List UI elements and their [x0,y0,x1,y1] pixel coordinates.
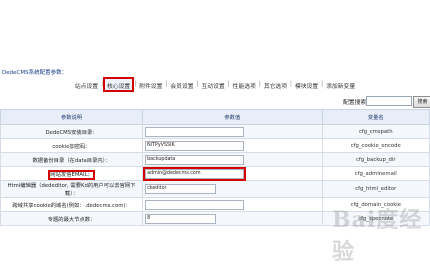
baidu-watermark: Bai度经验 [332,207,423,265]
search-input[interactable] [366,96,412,106]
html-editor-input[interactable]: ckeditor [145,184,217,194]
tab-module-settings[interactable]: 模块设置 [293,78,320,91]
tab-core-settings[interactable]: 核心设置 [103,77,135,92]
tab-member-settings[interactable]: 会员设置 [168,78,195,91]
search-button[interactable]: 搜索 [413,96,430,108]
table-row: 网站发信EMAIL： admin@dedecms.com cfg_adminem… [0,166,430,181]
cmspath-input[interactable] [145,126,245,137]
variable-name: cfg_cmspath [321,124,430,139]
tab-site-settings[interactable]: 站点设置 [73,78,100,91]
tab-other-options[interactable]: 其它选项 [262,78,289,91]
specnote-input[interactable]: 8 [145,213,217,224]
value-cell: ckeditor [142,180,323,198]
value-cell: admin@dedecms.com [142,166,323,181]
table-header-row: 参数说明 参数值 变量名 [0,109,430,125]
tab-add-variable[interactable]: 添加新变量 [324,78,357,91]
value-cell: 8 [142,211,323,226]
tab-performance-options[interactable]: 性能选项 [231,78,258,91]
value-cell [142,124,323,139]
value-cell [142,197,323,212]
tab-attachment-settings[interactable]: 附件设置 [137,78,164,91]
table-row: DedeCMS安装目录： cfg_cmspath [0,124,430,139]
row-label: Html编辑器（dededitor, 需要Kd的用户可以去官网下载）： [0,180,144,198]
row-label: cookie加密码： [0,138,144,153]
table-row: cookie加密码： NiTPyVSSIK cfg_cookie_encode [0,138,430,153]
value-cell: NiTPyVSSIK [142,138,323,153]
table-row: Html编辑器（dededitor, 需要Kd的用户可以去官网下载）： cked… [0,180,430,198]
value-cell: backupdata [142,152,323,167]
column-header-variable: 变量名 [321,109,430,125]
config-search-bar: 配置搜索： 搜索 [0,96,430,108]
variable-name: cfg_cookie_encode [321,138,430,153]
row-label: 网站发信EMAIL： [48,169,95,180]
domain-cookie-input[interactable] [145,199,245,210]
column-header-value: 参数值 [142,109,323,125]
row-label: DedeCMS安装目录： [0,124,144,139]
admin-email-input[interactable]: admin@dedecms.com [143,166,247,181]
table-row: 数据备份目录（在data目录内）： backupdata cfg_backup_… [0,152,430,167]
page-title: DedeCMS系统配置参数： [2,70,68,76]
row-label: 数据备份目录（在data目录内）： [0,152,144,167]
cookie-encode-input[interactable]: NiTPyVSSIK [145,140,245,151]
row-label-cell: 网站发信EMAIL： [0,166,144,181]
backup-dir-input[interactable]: backupdata [145,154,245,165]
variable-name: cfg_backup_dir [321,152,430,167]
row-label: 跨域共享cookie的域名(例如：.dedecms.com)： [0,197,144,212]
column-header-description: 参数说明 [0,109,144,125]
variable-name: cfg_adminemail [321,166,430,181]
variable-name: cfg_html_editor [321,180,430,198]
tab-interaction-settings[interactable]: 互动设置 [200,78,227,91]
settings-tab-bar: 站点设置 | 核心设置 | 附件设置 | 会员设置 | 互动设置 | 性能选项 | 其它选项 | 模块设置 |… [0,77,430,92]
row-label: 专题的最大节点数： [0,211,144,226]
